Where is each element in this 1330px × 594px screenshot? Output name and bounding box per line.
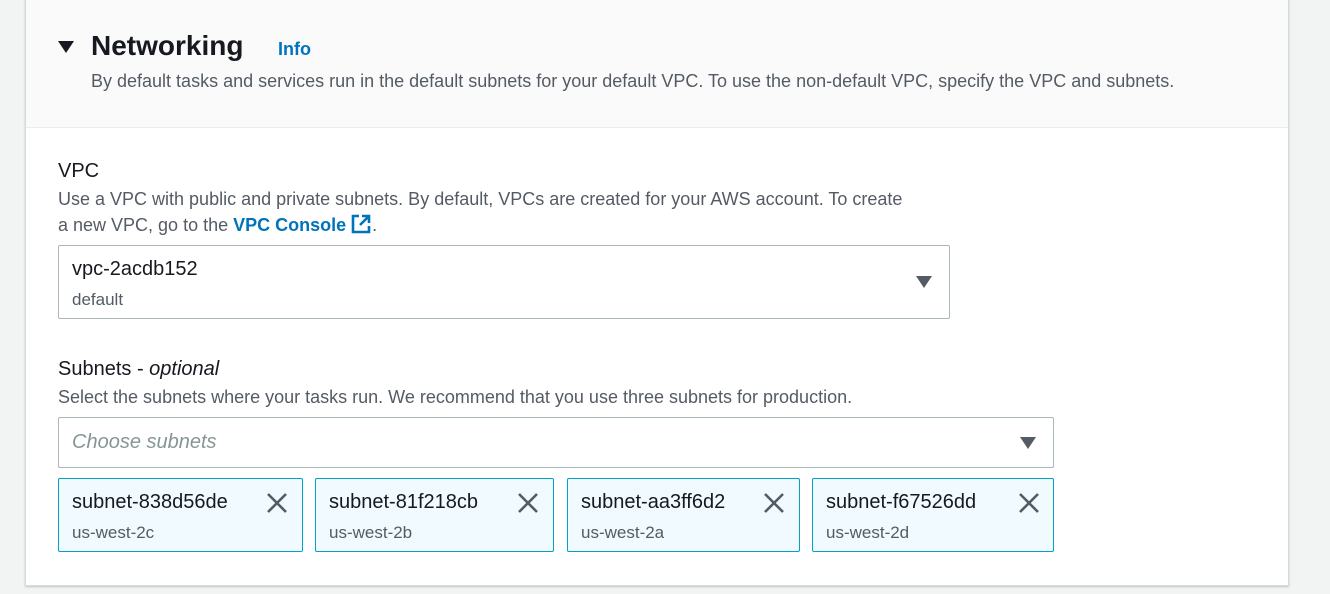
external-link-icon: [351, 214, 371, 234]
subnets-label: Subnets - optional: [58, 357, 219, 381]
subnets-label-text: Subnets -: [58, 358, 144, 380]
subnet-token-zone: us-west-2a: [581, 523, 665, 542]
vpc-description: Use a VPC with public and private subnet…: [58, 186, 978, 238]
close-icon[interactable]: [1017, 491, 1041, 515]
subnet-token: subnet-f67526dd us-west-2d: [812, 478, 1054, 552]
subnet-token: subnet-aa3ff6d2 us-west-2a: [567, 478, 800, 552]
subnet-token-zone: us-west-2c: [72, 523, 155, 542]
close-icon[interactable]: [265, 491, 289, 515]
subnet-token-name: subnet-aa3ff6d2: [581, 491, 726, 513]
section-title[interactable]: Networking: [91, 29, 243, 63]
caret-down-icon[interactable]: [58, 41, 74, 53]
subnet-token-name: subnet-81f218cb: [329, 491, 479, 513]
subnets-placeholder: Choose subnets: [72, 431, 217, 453]
info-link[interactable]: Info: [278, 39, 311, 60]
chevron-down-icon: [1020, 437, 1036, 449]
subnet-token-name: subnet-838d56de: [72, 491, 228, 513]
close-icon[interactable]: [762, 491, 786, 515]
vpc-description-line2-suffix: .: [372, 215, 378, 235]
subnet-token: subnet-838d56de us-west-2c: [58, 478, 303, 552]
vpc-console-link-text: VPC Console: [233, 215, 347, 235]
subnet-token-name: subnet-f67526dd: [826, 491, 977, 513]
vpc-description-line2-prefix: a new VPC, go to the: [58, 215, 229, 235]
vpc-selected-value: vpc-2acdb152: [72, 258, 198, 280]
subnet-token: subnet-81f218cb us-west-2b: [315, 478, 554, 552]
subnets-description: Select the subnets where your tasks run.…: [58, 387, 853, 407]
subnets-optional-label: optional: [149, 358, 220, 380]
subnets-select[interactable]: Choose subnets: [58, 417, 1054, 468]
vpc-description-line1: Use a VPC with public and private subnet…: [58, 189, 903, 209]
networking-panel: Networking Info By default tasks and ser…: [25, 0, 1289, 586]
subnet-token-zone: us-west-2b: [329, 523, 413, 542]
subnet-token-zone: us-west-2d: [826, 523, 910, 542]
vpc-select[interactable]: vpc-2acdb152 default: [58, 245, 950, 319]
close-icon[interactable]: [516, 491, 540, 515]
vpc-selected-tag: default: [72, 290, 124, 309]
chevron-down-icon: [916, 276, 932, 288]
panel-header: Networking Info By default tasks and ser…: [26, 0, 1288, 128]
vpc-console-link[interactable]: VPC Console: [233, 214, 372, 235]
vpc-label: VPC: [58, 160, 100, 182]
section-description: By default tasks and services run in the…: [91, 71, 1175, 91]
